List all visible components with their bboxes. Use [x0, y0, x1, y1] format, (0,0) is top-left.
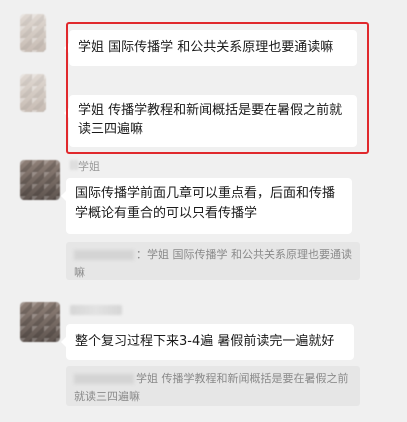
message-text: 整个复习过程下来3-4遍 暑假前读完一遍就好: [75, 334, 335, 349]
message-bubble[interactable]: 学姐 传播学教程和新闻概括是要在暑假之前就读三四遍嘛: [64, 95, 357, 147]
sender-name-blurred: [70, 160, 78, 170]
quoted-message[interactable]: ：学姐 国际传播学 和公共关系原理也要通读嘛: [66, 242, 360, 280]
quoted-message[interactable]: 学姐 传播学教程和新闻概括是要在暑假之前就读三四遍嘛: [66, 366, 360, 406]
message-text: 学姐 国际传播学 和公共关系原理也要通读嘛: [78, 40, 334, 55]
avatar[interactable]: [20, 160, 60, 200]
sender-name: 学姐: [78, 160, 100, 173]
sender-name-blurred: [70, 305, 122, 315]
message-text: 国际传播学前面几章可以重点看，后面和传播学概论有重合的可以只看传播学: [75, 186, 336, 221]
message-bubble[interactable]: 国际传播学前面几章可以重点看，后面和传播学概论有重合的可以只看传播学: [61, 178, 352, 234]
message-text: 学姐 传播学教程和新闻概括是要在暑假之前就读三四遍嘛: [78, 103, 343, 137]
avatar[interactable]: [20, 302, 60, 342]
quoted-sender-blurred: [74, 250, 134, 260]
message-bubble[interactable]: 学姐 国际传播学 和公共关系原理也要通读嘛: [64, 30, 357, 66]
avatar[interactable]: [20, 74, 46, 112]
quoted-sender-blurred: [74, 374, 134, 384]
avatar[interactable]: [20, 14, 46, 52]
message-bubble[interactable]: 整个复习过程下来3-4遍 暑假前读完一遍就好: [61, 324, 354, 360]
